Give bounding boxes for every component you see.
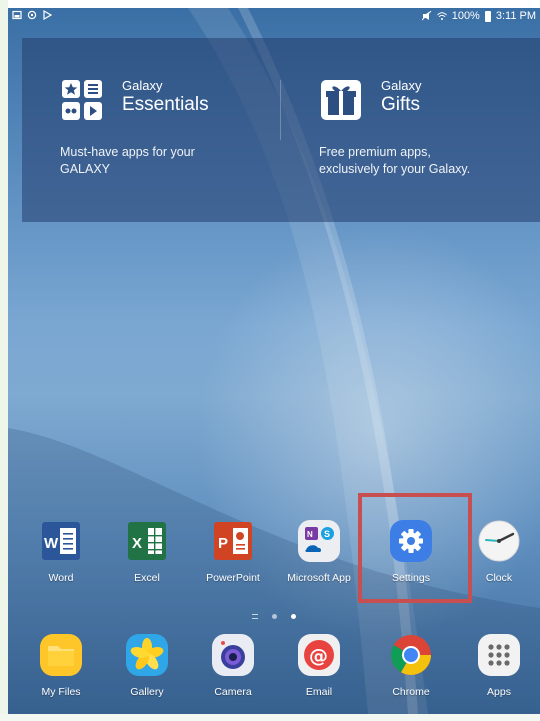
camera-icon	[212, 634, 254, 676]
svg-text:N: N	[307, 530, 313, 539]
app-label: Apps	[487, 686, 511, 698]
email-icon: @	[298, 634, 340, 676]
settings-highlight-box	[358, 493, 472, 603]
page-dot-active[interactable]	[291, 613, 296, 619]
gift-icon	[321, 80, 361, 120]
gifts-title: Gifts	[381, 94, 421, 115]
app-label: PowerPoint	[206, 572, 260, 584]
promo-divider	[280, 80, 281, 140]
app-label: Camera	[214, 686, 252, 698]
excel-icon: X	[128, 522, 166, 560]
gifts-desc-line2: exclusively for your Galaxy.	[319, 162, 471, 176]
play-store-icon	[43, 10, 52, 20]
essentials-desc-line1: Must-have apps for your	[60, 145, 195, 159]
essentials-description: Must-have apps for your GALAXY	[60, 144, 195, 178]
clock-icon	[478, 520, 520, 562]
frame-bottom	[0, 714, 540, 721]
gallery-notification-icon	[12, 10, 22, 20]
powerpoint-icon: P	[214, 522, 252, 560]
app-label: Microsoft App	[287, 572, 351, 584]
wifi-icon	[436, 12, 447, 20]
app-label: My Files	[41, 686, 81, 698]
mute-icon	[421, 11, 432, 21]
svg-text:@: @	[309, 645, 328, 667]
folder-icon	[40, 634, 82, 676]
galaxy-essentials-icon	[62, 80, 102, 120]
gifts-titles: Galaxy Gifts	[381, 78, 421, 116]
galaxy-promo-widget: Galaxy Essentials Must-have apps for you…	[22, 38, 540, 222]
essentials-desc-line2: GALAXY	[60, 162, 111, 176]
status-right-icons: 100% 3:11 PM	[421, 10, 536, 22]
microsoft-apps-folder-icon: N S	[298, 520, 340, 562]
status-left-icons	[12, 10, 52, 20]
app-word[interactable]: W Word	[20, 518, 102, 584]
app-apps-drawer[interactable]: Apps	[458, 632, 540, 698]
sync-icon	[27, 10, 37, 20]
svg-text:S: S	[324, 529, 330, 539]
battery-icon	[484, 10, 491, 22]
word-icon: W	[42, 522, 80, 560]
app-camera[interactable]: Camera	[192, 632, 274, 698]
app-chrome[interactable]: Chrome	[370, 632, 452, 698]
home-screen: 100% 3:11 PM Galaxy Essentials Must-have…	[8, 8, 540, 714]
status-bar: 100% 3:11 PM	[8, 8, 540, 26]
gifts-brand: Galaxy	[381, 78, 422, 93]
galaxy-essentials-tile[interactable]: Galaxy Essentials Must-have apps for you…	[60, 38, 270, 222]
essentials-titles: Galaxy Essentials	[122, 78, 209, 116]
app-excel[interactable]: X Excel	[106, 518, 188, 584]
chrome-icon	[391, 635, 431, 675]
svg-text:X: X	[132, 535, 142, 552]
app-label: Email	[305, 686, 333, 698]
page-indicator[interactable]	[8, 610, 540, 622]
essentials-brand: Galaxy	[122, 78, 163, 93]
gallery-icon	[126, 634, 168, 676]
gifts-desc-line1: Free premium apps,	[319, 145, 431, 159]
apps-grid-icon	[478, 634, 520, 676]
page-dot[interactable]	[272, 613, 277, 619]
galaxy-gifts-tile[interactable]: Galaxy Gifts Free premium apps, exclusiv…	[319, 38, 539, 222]
clock-time: 3:11 PM	[495, 10, 536, 22]
essentials-title: Essentials	[122, 94, 209, 115]
gifts-header: Galaxy Gifts	[319, 78, 421, 122]
app-my-files[interactable]: My Files	[20, 632, 102, 698]
app-label: Excel	[134, 572, 160, 584]
home-page-lines-indicator[interactable]	[252, 613, 258, 619]
frame-left	[0, 0, 8, 721]
app-powerpoint[interactable]: P PowerPoint	[192, 518, 274, 584]
essentials-header: Galaxy Essentials	[60, 78, 209, 122]
gifts-description: Free premium apps, exclusively for your …	[319, 144, 470, 178]
app-folder-microsoft[interactable]: N S Microsoft App	[278, 518, 360, 584]
app-label: Chrome	[392, 686, 430, 698]
app-label: Gallery	[130, 686, 164, 698]
app-gallery[interactable]: Gallery	[106, 632, 188, 698]
battery-percent: 100%	[451, 10, 480, 22]
svg-text:W: W	[44, 535, 59, 552]
app-label: Word	[48, 572, 74, 584]
svg-text:P: P	[218, 535, 228, 552]
app-email[interactable]: @ Email	[278, 632, 360, 698]
